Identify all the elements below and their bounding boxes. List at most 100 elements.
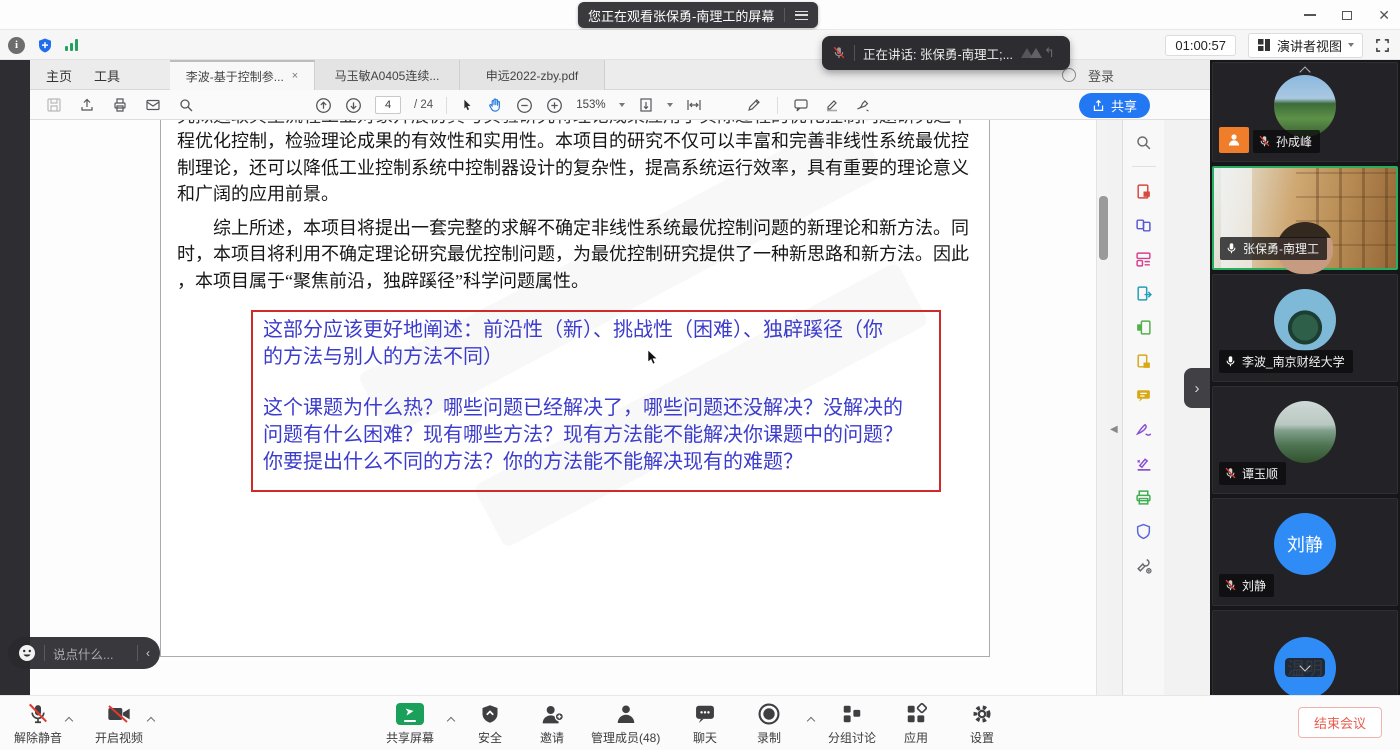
active-mic-icon — [1225, 242, 1238, 255]
fit-caret-icon[interactable] — [667, 103, 673, 107]
export-page-icon[interactable] — [1134, 283, 1154, 303]
pdf-scrollbar[interactable] — [1096, 120, 1109, 695]
search-doc-icon[interactable] — [1134, 132, 1154, 152]
convert-pdf-icon[interactable] — [1134, 181, 1154, 201]
signature-icon[interactable] — [855, 97, 872, 113]
pdf-menu-home[interactable]: 主页 — [46, 66, 72, 85]
quick-chat-pill[interactable]: 说点什么... ‹ — [8, 637, 160, 669]
scroll-participants-down-button[interactable] — [1285, 658, 1325, 677]
pdf-tool-panel — [1122, 120, 1164, 695]
pdf-share-button[interactable]: 共享 — [1079, 93, 1150, 118]
panel-collapse-icon[interactable]: ◀ — [1110, 424, 1118, 435]
start-video-button[interactable]: 开启视频 — [95, 702, 143, 746]
document-paragraph-1: 程优化控制，检验理论成果的有效性和实用性。本项目的研究不仅可以丰富和完善非线性系… — [177, 128, 975, 208]
pdf-doc-tab-3[interactable]: 申远2022-zby.pdf — [460, 60, 605, 90]
sign-pen-icon[interactable] — [1134, 419, 1154, 439]
highlighter-icon[interactable] — [824, 97, 840, 113]
share-out-icon — [1092, 99, 1105, 112]
search-icon[interactable] — [178, 97, 194, 113]
breakout-rooms-button[interactable]: 分组讨论 — [828, 702, 876, 746]
chat-bubble-icon — [694, 703, 716, 725]
select-tool-icon[interactable] — [460, 98, 474, 112]
avatar — [1274, 289, 1336, 351]
fit-page-icon[interactable] — [638, 97, 654, 113]
manage-members-button[interactable]: 管理成员(48) — [591, 702, 660, 746]
account-icon[interactable] — [1062, 68, 1076, 82]
minimize-icon[interactable] — [1304, 14, 1316, 16]
shared-screen-region: ▶ 主页 工具 李波-基于控制参... × 马玉敏A0405连续... 申远20… — [0, 60, 1210, 695]
banner-menu-icon[interactable] — [795, 11, 808, 20]
fill-sign-icon[interactable] — [1134, 453, 1154, 473]
participant-tile[interactable]: 李波_南京财经大学 — [1212, 274, 1398, 382]
share-upload-icon[interactable] — [79, 97, 95, 113]
fullscreen-button[interactable] — [1375, 38, 1390, 53]
invite-button[interactable]: 邀请 — [540, 702, 564, 746]
chat-button[interactable]: 聊天 — [693, 702, 717, 746]
audio-options-chevron[interactable] — [66, 712, 72, 727]
chat-label: 聊天 — [693, 729, 717, 746]
pdf-doc-tab-2[interactable]: 马玉敏A0405连续... — [315, 60, 460, 90]
record-button[interactable]: 录制 — [757, 702, 781, 746]
protect-shield-icon[interactable] — [1134, 521, 1154, 541]
watermark-logo-icon: ↰ — [1021, 45, 1055, 61]
security-button[interactable]: 安全 — [478, 702, 502, 746]
pencil-edit-icon[interactable] — [746, 97, 762, 113]
snapshot-icon[interactable] — [1134, 317, 1154, 337]
pdf-menu-tools[interactable]: 工具 — [94, 66, 120, 85]
breakout-rooms-label: 分组讨论 — [828, 729, 876, 746]
participant-tile[interactable]: 温明 — [1212, 610, 1398, 695]
pdf-viewer[interactable]: 究拟选取典型流程工业对象开展仿真与实验研究将理论成果应用于实际过程的优化控制问题… — [30, 120, 1096, 695]
page-up-icon[interactable] — [315, 97, 332, 114]
share-screen-button[interactable]: ➤ 共享屏幕 — [386, 702, 434, 746]
active-mic-icon — [1224, 355, 1237, 368]
unmute-button[interactable]: 解除静音 — [14, 702, 62, 746]
combine-files-icon[interactable] — [1134, 215, 1154, 235]
meeting-info-icon[interactable]: i — [8, 37, 25, 54]
zoom-out-icon[interactable] — [516, 97, 533, 114]
video-options-chevron[interactable] — [148, 712, 154, 727]
more-tools-wrench-icon[interactable] — [1134, 555, 1154, 575]
pdf-scrollbar-thumb[interactable] — [1099, 196, 1108, 260]
chat-input-placeholder[interactable]: 说点什么... — [53, 644, 129, 663]
zoom-in-icon[interactable] — [546, 97, 563, 114]
speaking-label: 正在讲话: 张保勇-南理工;... — [863, 44, 1013, 63]
end-meeting-label: 结束会议 — [1314, 713, 1366, 732]
email-icon[interactable] — [145, 97, 161, 113]
hand-tool-icon[interactable] — [487, 97, 503, 113]
tab-close-icon[interactable]: × — [292, 70, 298, 82]
page-number-input[interactable]: 4 — [375, 96, 401, 114]
apps-grid-icon — [905, 703, 927, 725]
participant-tile-active-speaker[interactable]: 张保勇-南理工 — [1212, 166, 1398, 270]
print-icon[interactable] — [112, 97, 128, 113]
end-meeting-button[interactable]: 结束会议 — [1298, 707, 1382, 738]
scan-print-icon[interactable] — [1134, 487, 1154, 507]
zoom-level-label[interactable]: 153% — [576, 99, 605, 111]
participant-tile[interactable]: 谭玉顺 — [1212, 386, 1398, 494]
view-mode-selector[interactable]: 演讲者视图 — [1248, 33, 1363, 58]
maximize-icon[interactable] — [1342, 11, 1352, 20]
share-options-chevron[interactable] — [448, 712, 454, 727]
participant-tile[interactable]: 刘静 刘静 — [1212, 498, 1398, 606]
page-down-icon[interactable] — [345, 97, 362, 114]
settings-button[interactable]: 设置 — [970, 702, 994, 746]
pdf-doc-tab-1[interactable]: 李波-基于控制参... × — [170, 60, 315, 90]
save-icon[interactable] — [46, 97, 62, 113]
fit-width-icon[interactable] — [686, 97, 702, 113]
sidebar-collapse-chevron-icon[interactable] — [1301, 64, 1309, 79]
close-icon[interactable]: ✕ — [1378, 8, 1390, 22]
sidebar-expander-tab[interactable]: › — [1184, 368, 1210, 408]
meeting-bottom-toolbar: 解除静音 开启视频 ➤ 共享屏幕 安全 邀请 管理成员(48) 聊天 录制 分组… — [0, 695, 1400, 750]
participant-name: 孙成峰 — [1276, 133, 1312, 150]
record-options-chevron[interactable] — [808, 712, 814, 727]
organize-pages-icon[interactable] — [1134, 249, 1154, 269]
window-titlebar: 您正在观看张保勇-南理工的屏幕 ✕ — [0, 0, 1400, 30]
comments-panel-icon[interactable] — [1134, 385, 1154, 405]
file-comment-icon[interactable] — [1134, 351, 1154, 371]
apps-button[interactable]: 应用 — [904, 702, 928, 746]
emoji-smiley-icon[interactable] — [18, 644, 36, 662]
comment-icon[interactable] — [793, 97, 809, 113]
collapse-chat-icon[interactable]: ‹ — [146, 646, 150, 660]
encryption-shield-icon[interactable] — [37, 37, 53, 54]
zoom-caret-icon[interactable] — [619, 103, 625, 107]
pdf-login-link[interactable]: 登录 — [1088, 66, 1114, 85]
